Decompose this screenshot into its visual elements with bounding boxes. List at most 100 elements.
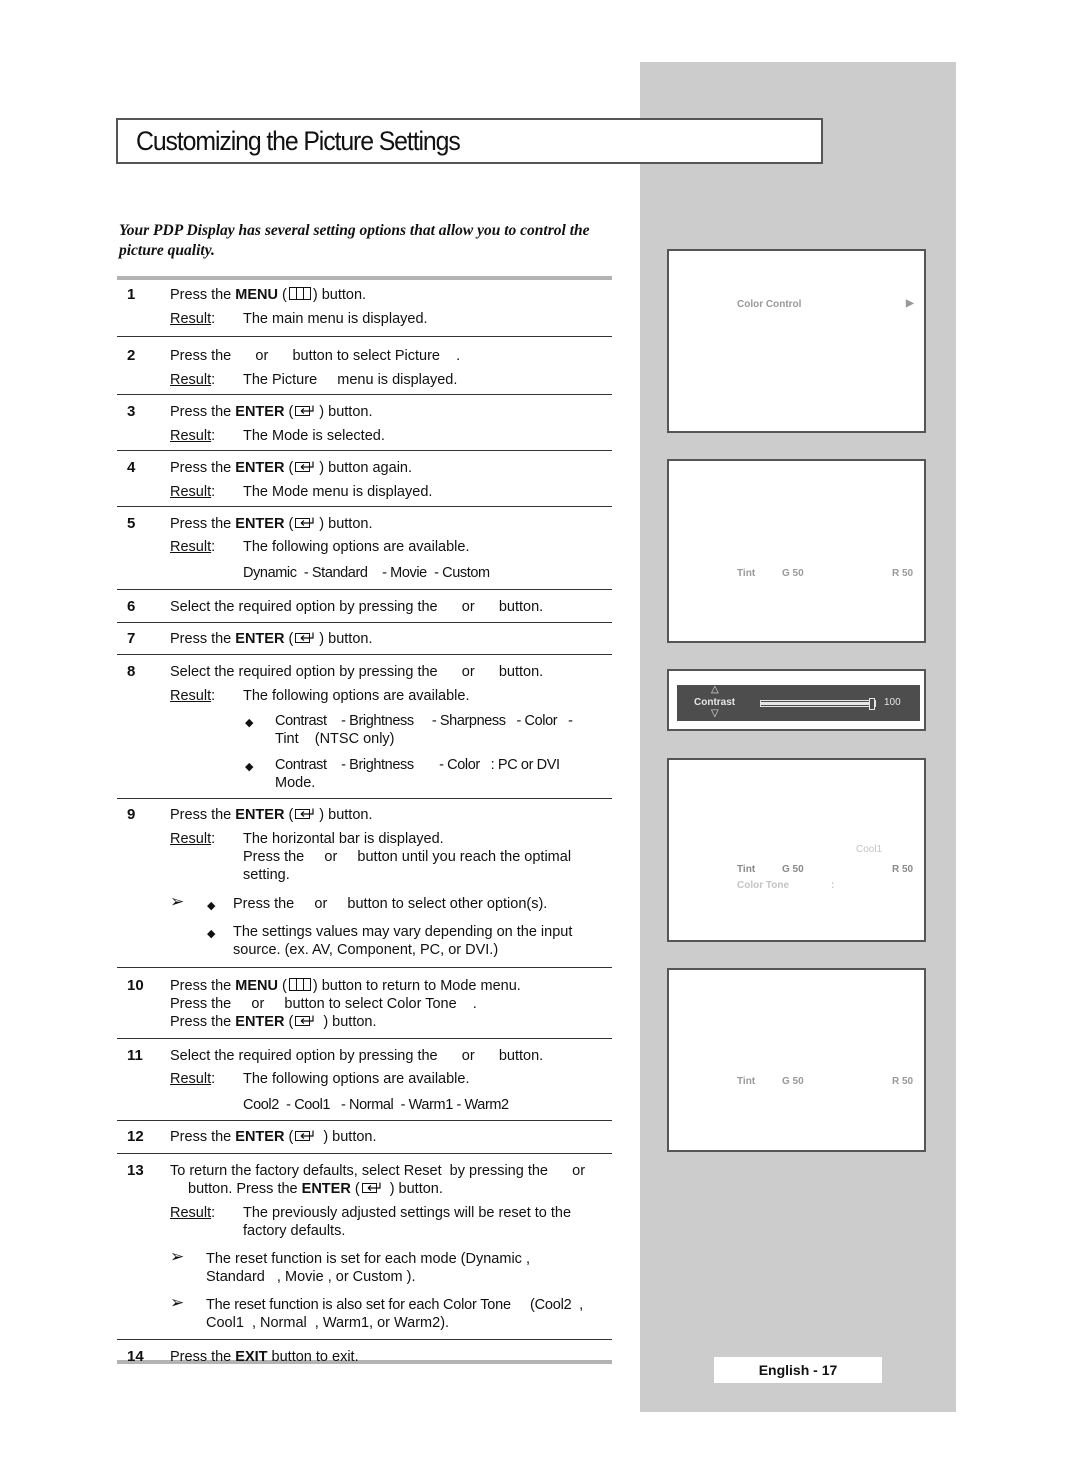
text: (: [350, 1181, 360, 1197]
button-name: ENTER: [235, 807, 285, 823]
osd-tint-label: Tint: [737, 1076, 756, 1087]
result-text: The Picture menu is displayed.: [243, 372, 458, 388]
step-result: Result:: [170, 687, 215, 705]
result-label: Result: [170, 311, 212, 327]
note-line: Standard , Movie , or Custom ).: [206, 1269, 416, 1285]
step-instruction: Press the or button to select Color Tone…: [170, 996, 477, 1012]
colon: :: [211, 688, 216, 704]
text: ) button.: [319, 1014, 377, 1030]
note-line: The reset function is set for each mode …: [206, 1251, 530, 1267]
contrast-slider-fill: [761, 702, 869, 705]
step-number: 14: [127, 1348, 144, 1365]
step-number: 2: [127, 347, 136, 364]
osd-color-tone-colon: :: [831, 880, 835, 891]
colon: :: [211, 539, 216, 555]
step-number: 9: [127, 806, 136, 823]
text: ) button.: [319, 404, 373, 420]
step-6: 6 Select the required option by pressing…: [117, 590, 612, 623]
contrast-osd: △ Contrast ▽ 100: [677, 684, 920, 721]
colon: :: [211, 1205, 216, 1221]
step-result: Result:: [170, 538, 215, 556]
note-arrow-icon: ➢: [170, 1293, 185, 1312]
text: ) button.: [319, 631, 373, 647]
step-instruction: Press the ENTER () button again.: [170, 459, 412, 477]
step-result: Result:: [170, 427, 215, 445]
enter-button-icon: [295, 808, 317, 820]
step-instruction: Press the MENU () button to return to Mo…: [170, 977, 521, 995]
step-instruction: To return the factory defaults, select R…: [170, 1163, 586, 1179]
step-result: Result:: [170, 371, 215, 389]
text: Press the: [170, 1014, 236, 1030]
mode-options: Dynamic - Standard - Movie - Custom: [243, 565, 490, 581]
button-name: ENTER: [235, 460, 285, 476]
step-number: 8: [127, 663, 136, 680]
step-instruction: button. Press the ENTER ( ) button.: [188, 1180, 443, 1198]
intro-text: Your PDP Display has several setting opt…: [119, 222, 590, 259]
contrast-slider-knob[interactable]: [869, 698, 875, 710]
step-7: 7 Press the ENTER () button.: [117, 623, 612, 655]
step-result: Result:: [170, 483, 215, 501]
bullet-icon: ◆: [207, 928, 216, 940]
result-label: Result: [170, 372, 212, 388]
step-5: 5 Press the ENTER () button. Result: The…: [117, 507, 612, 590]
step-4: 4 Press the ENTER () button again. Resul…: [117, 451, 612, 507]
enter-button-icon: [362, 1182, 384, 1194]
text: (: [284, 1129, 294, 1145]
note-line: source. (ex. AV, Component, PC, or DVI.): [233, 942, 499, 958]
note-line: Cool1 , Normal , Warm1, or Warm2).: [206, 1315, 450, 1331]
step-instruction: Press the ENTER () button.: [170, 515, 373, 533]
text: (: [277, 287, 287, 303]
step-instruction: Press the ENTER ( ) button.: [170, 1128, 377, 1146]
bullet-line: Contrast - Brightness - Color : PC or DV…: [275, 757, 560, 773]
bullet-icon: ◆: [245, 761, 254, 773]
note-line: The reset function is also set for each …: [206, 1297, 584, 1313]
result-text: factory defaults.: [243, 1223, 346, 1239]
step-1: 1 Press the MENU () button. Result: The …: [117, 280, 612, 337]
button-name: ENTER: [235, 404, 285, 420]
step-number: 4: [127, 459, 136, 476]
result-text: The following options are available.: [243, 688, 470, 704]
submenu-arrow-icon: ▶: [906, 298, 914, 309]
step-number: 13: [127, 1162, 144, 1179]
text: Press the: [170, 460, 236, 476]
step-8: 8 Select the required option by pressing…: [117, 655, 612, 799]
osd-menu-item: Color Control: [737, 299, 802, 310]
result-text: setting.: [243, 867, 290, 883]
step-number: 7: [127, 630, 136, 647]
button-name: MENU: [235, 287, 278, 303]
step-instruction: Press the MENU () button.: [170, 286, 366, 304]
note-arrow-icon: ➢: [170, 1247, 185, 1266]
step-11: 11 Select the required option by pressin…: [117, 1039, 612, 1121]
step-instruction: Select the required option by pressing t…: [170, 1048, 544, 1064]
note-line: Press the or button to select other opti…: [233, 896, 548, 912]
step-number: 1: [127, 286, 136, 303]
text: (: [284, 631, 294, 647]
osd-contrast-value: 100: [884, 697, 901, 708]
menu-button-icon: [288, 978, 311, 991]
text: (: [284, 807, 294, 823]
result-label: Result: [170, 428, 212, 444]
osd-tint-r: R 50: [892, 1076, 914, 1087]
step-instruction: Select the required option by pressing t…: [170, 599, 544, 615]
step-number: 10: [127, 977, 144, 994]
step-13: 13 To return the factory defaults, selec…: [117, 1154, 612, 1340]
colon: :: [211, 372, 216, 388]
step-3: 3 Press the ENTER () button. Result: The…: [117, 395, 612, 451]
step-instruction: Press the ENTER () button.: [170, 403, 373, 421]
result-label: Result: [170, 831, 212, 847]
screen-contrast-bar: △ Contrast ▽ 100: [667, 669, 926, 731]
result-text: The Mode menu is displayed.: [243, 484, 433, 500]
enter-button-icon: [295, 461, 317, 473]
colon: :: [211, 428, 216, 444]
result-label: Result: [170, 484, 212, 500]
text: ) button again.: [319, 460, 413, 476]
result-label: Result: [170, 1071, 212, 1087]
enter-button-icon: [295, 405, 317, 417]
contrast-slider-track[interactable]: [760, 698, 876, 710]
result-text: The following options are available.: [243, 539, 470, 555]
screen-color-control: Color Control ▶: [667, 249, 926, 433]
text: (: [284, 1014, 294, 1030]
enter-button-icon: [295, 517, 317, 529]
bullet-line: Tint (NTSC only): [275, 731, 395, 747]
note-line: The settings values may vary depending o…: [233, 924, 573, 940]
